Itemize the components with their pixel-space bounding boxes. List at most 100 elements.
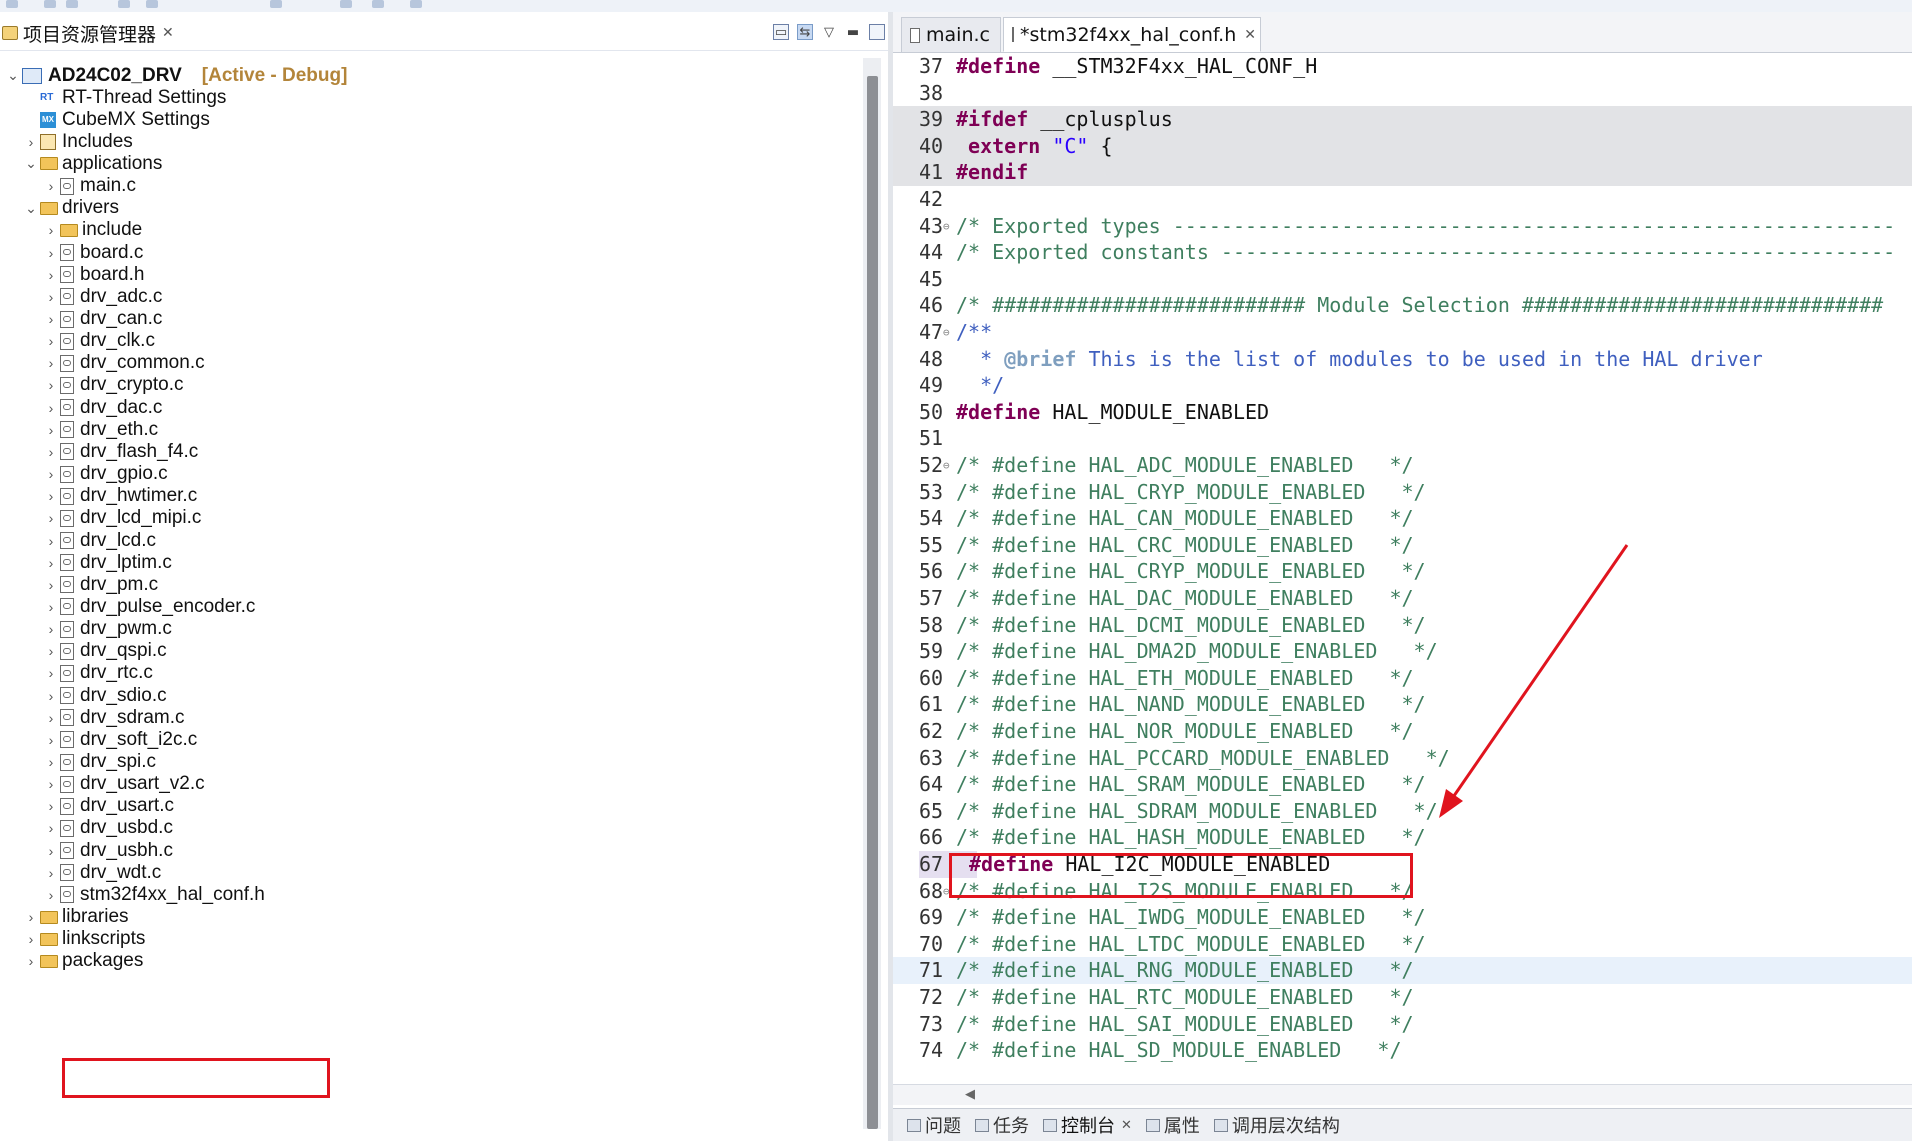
code-line[interactable]: 72/* #define HAL_RTC_MODULE_ENABLED */ [893,984,1912,1011]
code-line[interactable]: 74/* #define HAL_SD_MODULE_ENABLED */ [893,1037,1912,1064]
chevron-right-icon[interactable]: › [42,422,60,438]
code-line[interactable]: 69/* #define HAL_IWDG_MODULE_ENABLED */ [893,904,1912,931]
code-line[interactable]: 48 * @brief This is the list of modules … [893,346,1912,373]
explorer-scrollbar-thumb[interactable] [867,76,878,1129]
chevron-right-icon[interactable]: › [42,267,60,283]
code-line[interactable]: 51 [893,425,1912,452]
code-line[interactable]: 50 #define HAL_MODULE_ENABLED [893,399,1912,426]
chevron-right-icon[interactable]: › [42,843,60,859]
editor-horizontal-scrollbar[interactable]: ◀ [893,1084,1912,1105]
explorer-tab[interactable]: 项目资源管理器 ✕ [2,18,174,48]
code-line[interactable]: 37 #define __STM32F4xx_HAL_CONF_H [893,53,1912,80]
toolbar-icon[interactable] [340,0,352,8]
code-line[interactable]: 58/* #define HAL_DCMI_MODULE_ENABLED */ [893,612,1912,639]
chevron-right-icon[interactable]: › [42,444,60,460]
chevron-right-icon[interactable]: › [42,820,60,836]
code-line[interactable]: 57/* #define HAL_DAC_MODULE_ENABLED */ [893,585,1912,612]
chevron-right-icon[interactable]: › [42,643,60,659]
code-line[interactable]: 73/* #define HAL_SAI_MODULE_ENABLED */ [893,1011,1912,1038]
code-line[interactable]: 45 [893,266,1912,293]
chevron-right-icon[interactable]: › [42,732,60,748]
chevron-down-icon[interactable]: ⌄ [4,67,22,84]
chevron-right-icon[interactable]: › [42,400,60,416]
chevron-right-icon[interactable]: › [22,909,40,925]
code-line[interactable]: 40 extern "C" { [893,132,1912,160]
code-line[interactable]: 61/* #define HAL_NAND_MODULE_ENABLED */ [893,691,1912,718]
close-icon[interactable]: ✕ [1121,1118,1132,1133]
chevron-right-icon[interactable]: › [42,710,60,726]
code-line[interactable]: 43 ⊖/* Exported types -------------------… [893,213,1912,240]
close-icon[interactable]: ✕ [1244,27,1256,43]
chevron-right-icon[interactable]: › [42,377,60,393]
toolbar-icon[interactable] [270,0,282,8]
chevron-right-icon[interactable]: › [22,931,40,947]
code-line[interactable]: 59/* #define HAL_DMA2D_MODULE_ENABLED */ [893,638,1912,665]
code-line[interactable]: 66/* #define HAL_HASH_MODULE_ENABLED */ [893,824,1912,851]
code-line[interactable]: 64/* #define HAL_SRAM_MODULE_ENABLED */ [893,771,1912,798]
chevron-right-icon[interactable]: › [22,134,40,150]
chevron-right-icon[interactable]: › [42,577,60,593]
collapse-all-icon[interactable]: ▭ [773,24,789,40]
maximize-icon[interactable] [869,24,885,40]
scroll-left-icon[interactable]: ◀ [965,1087,975,1102]
close-icon[interactable]: ✕ [162,25,174,41]
chevron-right-icon[interactable]: › [42,688,60,704]
code-line[interactable]: 65/* #define HAL_SDRAM_MODULE_ENABLED */ [893,798,1912,825]
chevron-right-icon[interactable]: › [42,355,60,371]
tab-hal-conf[interactable]: *stm32f4xx_hal_conf.h ✕ [1003,17,1261,52]
code-line[interactable]: 47 ⊖/** [893,319,1912,346]
tab-console[interactable]: 控制台 ✕ [1043,1112,1132,1138]
code-line[interactable]: 41 #endif [893,159,1912,187]
chevron-right-icon[interactable]: › [42,621,60,637]
chevron-right-icon[interactable]: › [42,488,60,504]
chevron-right-icon[interactable]: › [42,776,60,792]
code-line[interactable]: 56/* #define HAL_CRYP_MODULE_ENABLED */ [893,558,1912,585]
chevron-right-icon[interactable]: › [42,333,60,349]
code-line[interactable]: 60/* #define HAL_ETH_MODULE_ENABLED */ [893,665,1912,692]
minimize-icon[interactable]: ▬ [845,24,861,40]
toolbar-icon[interactable] [6,0,18,8]
toolbar-icon[interactable] [410,0,422,8]
code-line[interactable]: 49 */ [893,372,1912,399]
code-line[interactable]: 44/* Exported constants ----------------… [893,239,1912,266]
tab-properties[interactable]: 属性 [1145,1112,1200,1138]
tab-problems[interactable]: 问题 [907,1112,961,1138]
chevron-right-icon[interactable]: › [42,599,60,615]
chevron-right-icon[interactable]: › [42,665,60,681]
tab-main-c[interactable]: main.c [901,17,1001,52]
code-editor[interactable]: 37 #define __STM32F4xx_HAL_CONF_H 38 39 #ifd… [893,53,1912,1084]
chevron-right-icon[interactable]: › [42,754,60,770]
view-menu-icon[interactable]: ▽ [821,24,837,40]
toolbar-icon[interactable] [66,0,78,8]
code-line[interactable]: 46/* ########################## Module S… [893,292,1912,319]
code-line[interactable]: 54/* #define HAL_CAN_MODULE_ENABLED */ [893,505,1912,532]
chevron-right-icon[interactable]: › [42,466,60,482]
code-line[interactable]: 53/* #define HAL_CRYP_MODULE_ENABLED */ [893,479,1912,506]
code-line[interactable]: 62/* #define HAL_NOR_MODULE_ENABLED */ [893,718,1912,745]
fold-toggle-icon[interactable]: ⊖ [943,319,950,346]
chevron-right-icon[interactable]: › [42,245,60,261]
code-line[interactable]: 70/* #define HAL_LTDC_MODULE_ENABLED */ [893,931,1912,958]
toolbar-icon[interactable] [118,0,130,8]
fold-toggle-icon[interactable]: ⊖ [943,213,950,240]
chevron-right-icon[interactable]: › [42,533,60,549]
code-line[interactable]: 52 ⊖/* #define HAL_ADC_MODULE_ENABLED */ [893,452,1912,479]
tab-call-hierarchy[interactable]: 调用层次结构 [1213,1112,1340,1138]
tab-tasks[interactable]: 任务 [975,1112,1029,1138]
chevron-right-icon[interactable]: › [42,311,60,327]
link-with-editor-icon[interactable]: ⇆ [797,24,813,40]
chevron-right-icon[interactable]: › [42,222,60,238]
chevron-right-icon[interactable]: › [42,887,60,903]
chevron-right-icon[interactable]: › [42,178,60,194]
toolbar-icon[interactable] [44,0,56,8]
chevron-right-icon[interactable]: › [42,798,60,814]
chevron-right-icon[interactable]: › [42,510,60,526]
chevron-down-icon[interactable]: ⌄ [22,155,40,172]
code-line[interactable]: 38 [893,80,1912,107]
toolbar-icon[interactable] [146,0,158,8]
fold-toggle-icon[interactable]: ⊖ [943,452,950,479]
chevron-right-icon[interactable]: › [22,953,40,969]
code-line[interactable]: 63/* #define HAL_PCCARD_MODULE_ENABLED *… [893,745,1912,772]
chevron-down-icon[interactable]: ⌄ [22,200,40,217]
chevron-right-icon[interactable]: › [42,865,60,881]
